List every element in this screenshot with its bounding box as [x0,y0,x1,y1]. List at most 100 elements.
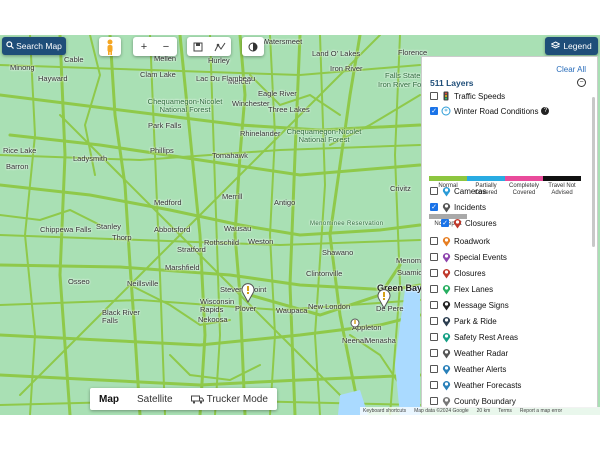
incident-marker-icon[interactable] [377,289,391,309]
checkbox[interactable] [430,397,438,405]
checkbox[interactable] [430,187,438,195]
help-icon[interactable]: ? [541,107,550,115]
layer-park-ride[interactable]: Park & Ride [430,315,497,327]
checkbox[interactable] [430,92,438,100]
checkbox[interactable] [430,365,438,373]
winter-road-icon: * [441,106,451,116]
place-label: Merrill [222,192,243,201]
layer-label: Weather Alerts [454,364,507,374]
contrast-button[interactable] [242,37,264,56]
layer-weather-alerts[interactable]: Weather Alerts [430,363,506,375]
place-label: New London [308,302,351,311]
layer-message-signs[interactable]: Message Signs [430,299,509,311]
checkbox[interactable] [430,381,438,389]
layer-traffic-speeds[interactable]: Traffic Speeds [430,90,505,102]
street-view-pegman[interactable] [99,37,121,56]
checkbox-checked[interactable]: ✓ [430,107,438,115]
checkbox[interactable] [430,301,438,309]
save-view-button[interactable] [187,37,209,56]
layer-incidents[interactable]: ✓ Incidents [430,201,486,213]
layer-closures[interactable]: Closures [430,267,486,279]
checkbox[interactable] [430,317,438,325]
legend-label: Legend [563,41,592,51]
contrast-control [242,37,264,56]
place-label: Chippewa Falls [40,225,92,234]
layers-icon [550,40,561,52]
layer-flex-lanes[interactable]: Flex Lanes [430,283,493,295]
place-label: Weston [248,237,274,246]
incident-marker-icon[interactable] [241,283,255,303]
report-error-link[interactable]: Report a map error [520,408,562,414]
legend-panel: Clear All 511 Layers − Traffic Speeds ✓ … [421,56,598,408]
checkbox[interactable] [430,285,438,293]
layer-weather-forecasts[interactable]: Weather Forecasts [430,379,521,391]
weather-forecast-icon [441,380,451,390]
place-label: Chequamegon-Nicolet National Forest [147,97,223,114]
map-data-credit: Map data ©2024 Google [414,408,469,414]
place-label: Neillsville [127,279,159,288]
checkbox[interactable] [430,349,438,357]
truck-icon [190,395,204,404]
place-label: Antigo [274,198,296,207]
weather-alert-icon [441,364,451,374]
layer-roadwork[interactable]: Roadwork [430,235,490,247]
terms-link[interactable]: Terms [498,408,512,414]
checkbox[interactable] [430,333,438,341]
checkbox-checked[interactable]: ✓ [430,203,438,211]
map-tools [187,37,231,56]
flex-lanes-icon [441,284,451,294]
place-label: Hayward [38,74,68,83]
place-label: Stratford [177,245,206,254]
layer-label: County Boundary [454,396,516,406]
place-label: Minong [10,63,35,72]
place-label: Osseo [68,277,90,286]
checkbox[interactable] [430,237,438,245]
my-location-button[interactable] [209,37,231,56]
place-label: Hurley [208,56,230,65]
scale-not-advised-swatch [543,176,581,181]
checkbox-checked[interactable]: ✓ [441,219,449,227]
legend-button[interactable]: Legend [545,37,598,55]
layer-label: Safety Rest Areas [454,332,519,342]
place-label: Mellen [154,54,177,63]
zoom-out-button[interactable]: − [155,37,177,56]
incident-marker-icon[interactable] [350,318,360,328]
layer-winter-road-conditions[interactable]: ✓ * Winter Road Conditions ? [430,105,550,117]
message-sign-icon [441,300,451,310]
clear-all-link[interactable]: Clear All [556,65,586,74]
place-label: Land O' Lakes [312,49,361,58]
search-map-button[interactable]: Search Map [2,37,66,55]
keyboard-shortcuts-link[interactable]: Keyboard shortcuts [363,408,406,414]
layer-cameras[interactable]: Cameras [430,185,486,197]
closure-icon [441,268,451,278]
place-label: Thorp [112,233,132,242]
layer-special-events[interactable]: Special Events [430,251,507,263]
legend-scrollbar[interactable] [592,97,595,247]
place-label: Clam Lake [140,70,176,79]
search-icon [6,41,15,51]
place-label: Black River Falls [102,308,140,325]
place-label: Abbotsford [154,225,191,234]
place-label: Menasha [365,336,396,345]
layer-safety-rest-areas[interactable]: Safety Rest Areas [430,331,518,343]
layer-label: Roadwork [454,236,491,246]
layer-label: Traffic Speeds [454,91,506,101]
place-label: Plover [235,304,257,313]
layer-closures[interactable]: ✓ Closures [441,217,497,229]
collapse-icon[interactable]: − [577,78,586,87]
layer-county-boundary[interactable]: County Boundary [430,395,516,407]
place-label: Medford [154,198,182,207]
layer-weather-radar[interactable]: Weather Radar [430,347,508,359]
place-label: Rhinelander [240,129,281,138]
checkbox[interactable] [430,269,438,277]
map-type-satellite[interactable]: Satellite [128,388,182,410]
map-type-trucker[interactable]: Trucker Mode [182,388,277,410]
scale-label: Completely Covered [508,183,539,196]
checkbox[interactable] [430,253,438,261]
place-label: Wausau [224,224,252,233]
map-type-map[interactable]: Map [90,388,128,410]
place-label: Crivitz [390,184,411,193]
place-label: Phillips [150,146,174,155]
zoom-in-button[interactable]: + [133,37,155,56]
layer-label: Winter Road Conditions [454,106,539,116]
